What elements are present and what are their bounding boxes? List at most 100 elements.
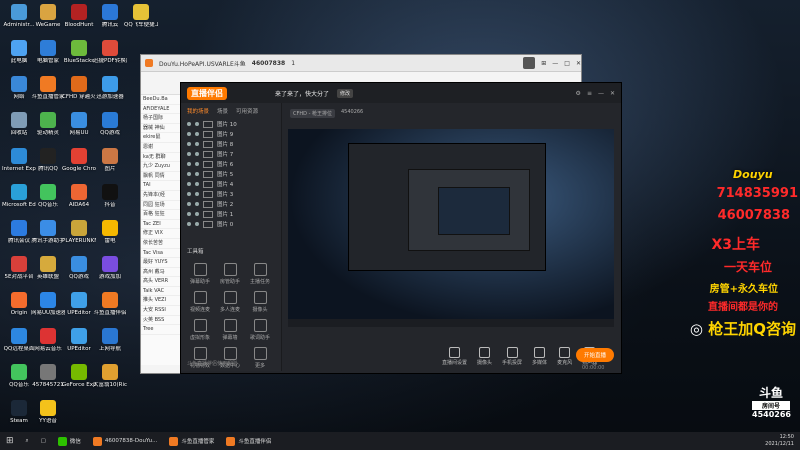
- scene-item[interactable]: 图片 6: [181, 159, 281, 169]
- desktop-icon[interactable]: AIDA64: [62, 184, 96, 209]
- chat-item[interactable]: ka无 群聊: [141, 153, 181, 163]
- streaming-app-window[interactable]: 直播伴侣 来了来了，快大分了 修改 ⚙ ≡ — ✕ 我的场景 场景 可用资源 图…: [180, 82, 622, 374]
- visibility-icon[interactable]: [187, 122, 191, 126]
- toolbox-item[interactable]: 弹幕墙: [215, 319, 245, 341]
- tab-resources[interactable]: 可用资源: [236, 107, 258, 115]
- scene-item[interactable]: 图片 2: [181, 199, 281, 209]
- desktop-icon[interactable]: UPEditor: [62, 292, 96, 317]
- lock-icon[interactable]: [195, 192, 199, 196]
- chat-item[interactable]: 推头 VEZI: [141, 296, 181, 307]
- desktop-icon[interactable]: 腾讯云: [93, 4, 127, 29]
- edit-title-button[interactable]: 修改: [337, 88, 354, 98]
- desktop-icon[interactable]: QQ飞车便捷工具: [124, 4, 158, 29]
- desktop-icon[interactable]: UPEditor: [62, 328, 96, 353]
- toolbox-item[interactable]: 更多: [245, 347, 275, 369]
- lock-icon[interactable]: [195, 212, 199, 216]
- lock-icon[interactable]: [195, 132, 199, 136]
- chat-item[interactable]: AFiDEYALE: [141, 105, 181, 115]
- desktop-icon[interactable]: 雷电: [93, 220, 127, 245]
- chat-item[interactable]: 九少 Zuyzu: [141, 162, 181, 172]
- stream-preview[interactable]: [288, 129, 614, 327]
- chat-item[interactable]: Tac ZEI: [141, 220, 181, 230]
- desktop-icon[interactable]: 上网导航: [93, 328, 127, 353]
- visibility-icon[interactable]: [187, 212, 191, 216]
- settings-icon[interactable]: ⚙: [576, 90, 581, 97]
- desktop-icon[interactable]: 迅捷PDF转换器: [93, 40, 127, 65]
- scene-item[interactable]: 图片 0: [181, 219, 281, 229]
- toolbox-item[interactable]: 弹幕助手: [185, 263, 215, 285]
- scene-item[interactable]: 图片 4: [181, 179, 281, 189]
- tab-my-scenes[interactable]: 我的场景: [187, 107, 209, 115]
- chat-item[interactable]: Tac Visa: [141, 249, 181, 259]
- start-button[interactable]: ⊞: [0, 432, 20, 450]
- visibility-icon[interactable]: [187, 132, 191, 136]
- desktop-icon[interactable]: 游戏加加: [93, 256, 127, 281]
- desktop-icon[interactable]: Google Chrome: [62, 148, 96, 173]
- desktop-icon[interactable]: WeGame: [31, 4, 65, 29]
- minimize-icon[interactable]: —: [552, 60, 558, 67]
- minimize-icon[interactable]: —: [598, 90, 604, 97]
- visibility-icon[interactable]: [187, 222, 191, 226]
- app-titlebar[interactable]: 直播伴侣 来了来了，快大分了 修改 ⚙ ≡ — ✕: [181, 83, 621, 103]
- toolbox-item[interactable]: 房管助手: [215, 263, 245, 285]
- scene-item[interactable]: 图片 3: [181, 189, 281, 199]
- lock-icon[interactable]: [195, 202, 199, 206]
- chat-item[interactable]: 恩谢: [141, 143, 181, 153]
- desktop-icon[interactable]: 网易云音乐: [31, 328, 65, 353]
- scene-item[interactable]: 图片 5: [181, 169, 281, 179]
- taskbar-app[interactable]: 微信: [52, 432, 87, 450]
- close-icon[interactable]: ✕: [610, 90, 615, 97]
- chat-item[interactable]: 大安 RSSI: [141, 306, 181, 316]
- chat-item[interactable]: Tree: [141, 325, 181, 335]
- chat-item[interactable]: 最好 YUYS: [141, 258, 181, 268]
- desktop-icon[interactable]: 大富翁10(Rich10): [93, 364, 127, 389]
- desktop-icon[interactable]: QQ音乐: [31, 184, 65, 209]
- taskbar-taskview[interactable]: ▢: [35, 432, 52, 450]
- desktop-icon[interactable]: YY语音: [31, 400, 65, 425]
- chat-item[interactable]: 飘帆 同情: [141, 172, 181, 182]
- chat-item[interactable]: 杨子国际: [141, 114, 181, 124]
- desktop-icon[interactable]: QQ游戏: [62, 256, 96, 281]
- scene-item[interactable]: 图片 8: [181, 139, 281, 149]
- toolbox-item[interactable]: 摄像头: [245, 291, 275, 313]
- desktop-icon[interactable]: CFHD 穿越火线: [62, 76, 96, 101]
- window-titlebar[interactable]: DouYu.HoPeAPI.USVARLE斗鱼 46007838 1 ⊞ — □…: [141, 55, 581, 72]
- desktop-icon[interactable]: 网易UU: [62, 112, 96, 137]
- desktop-icon[interactable]: 网易UU加速器: [31, 292, 65, 317]
- chat-item[interactable]: 修正 VIX: [141, 229, 181, 239]
- taskbar-clock[interactable]: 12:50 2021/12/11: [765, 434, 800, 448]
- chat-item[interactable]: 百格 狂狂: [141, 210, 181, 220]
- bottom-tool[interactable]: 手机投屏: [502, 346, 522, 366]
- chat-item[interactable]: ekire鼠: [141, 133, 181, 143]
- toolbox-item[interactable]: 多人连麦: [215, 291, 245, 313]
- close-icon[interactable]: ✕: [576, 60, 581, 67]
- lock-icon[interactable]: [195, 222, 199, 226]
- lock-icon[interactable]: [195, 152, 199, 156]
- chat-item[interactable]: BeeDu.Ba: [141, 95, 181, 105]
- visibility-icon[interactable]: [187, 192, 191, 196]
- visibility-icon[interactable]: [187, 202, 191, 206]
- toolbox-item[interactable]: 主播任务: [245, 263, 275, 285]
- toolbox-item[interactable]: 视频连麦: [185, 291, 215, 313]
- chat-item[interactable]: Talk VAC: [141, 287, 181, 297]
- toolbox-item[interactable]: 虚拟形象: [185, 319, 215, 341]
- lock-icon[interactable]: [195, 122, 199, 126]
- desktop-icon[interactable]: 驱动精灵: [31, 112, 65, 137]
- bottom-tool[interactable]: 麦克风: [557, 346, 572, 366]
- desktop-icon[interactable]: BloodHunt: [62, 4, 96, 29]
- bottom-tool[interactable]: 摄像头: [477, 346, 492, 366]
- desktop-icon[interactable]: 斗鱼直播管家: [31, 76, 65, 101]
- scene-item[interactable]: 图片 1: [181, 209, 281, 219]
- bottom-tool[interactable]: 直播间设置: [442, 346, 467, 366]
- desktop-icon[interactable]: 腾讯手游助手: [31, 220, 65, 245]
- usage-notice[interactable]: 斗鱼直播伴侣使用规则: [187, 360, 237, 367]
- taskbar-app[interactable]: 斗鱼直播伴侣: [220, 432, 277, 450]
- toolbox-item[interactable]: 歌词助手: [245, 319, 275, 341]
- visibility-icon[interactable]: [187, 142, 191, 146]
- desktop-icon[interactable]: 迅游加速器: [93, 76, 127, 101]
- scene-item[interactable]: 图片 9: [181, 129, 281, 139]
- desktop-icon[interactable]: 英雄联盟: [31, 256, 65, 281]
- menu-icon[interactable]: ≡: [587, 90, 592, 97]
- chat-item[interactable]: 同园 狂场: [141, 201, 181, 211]
- chat-item[interactable]: TAI: [141, 181, 181, 191]
